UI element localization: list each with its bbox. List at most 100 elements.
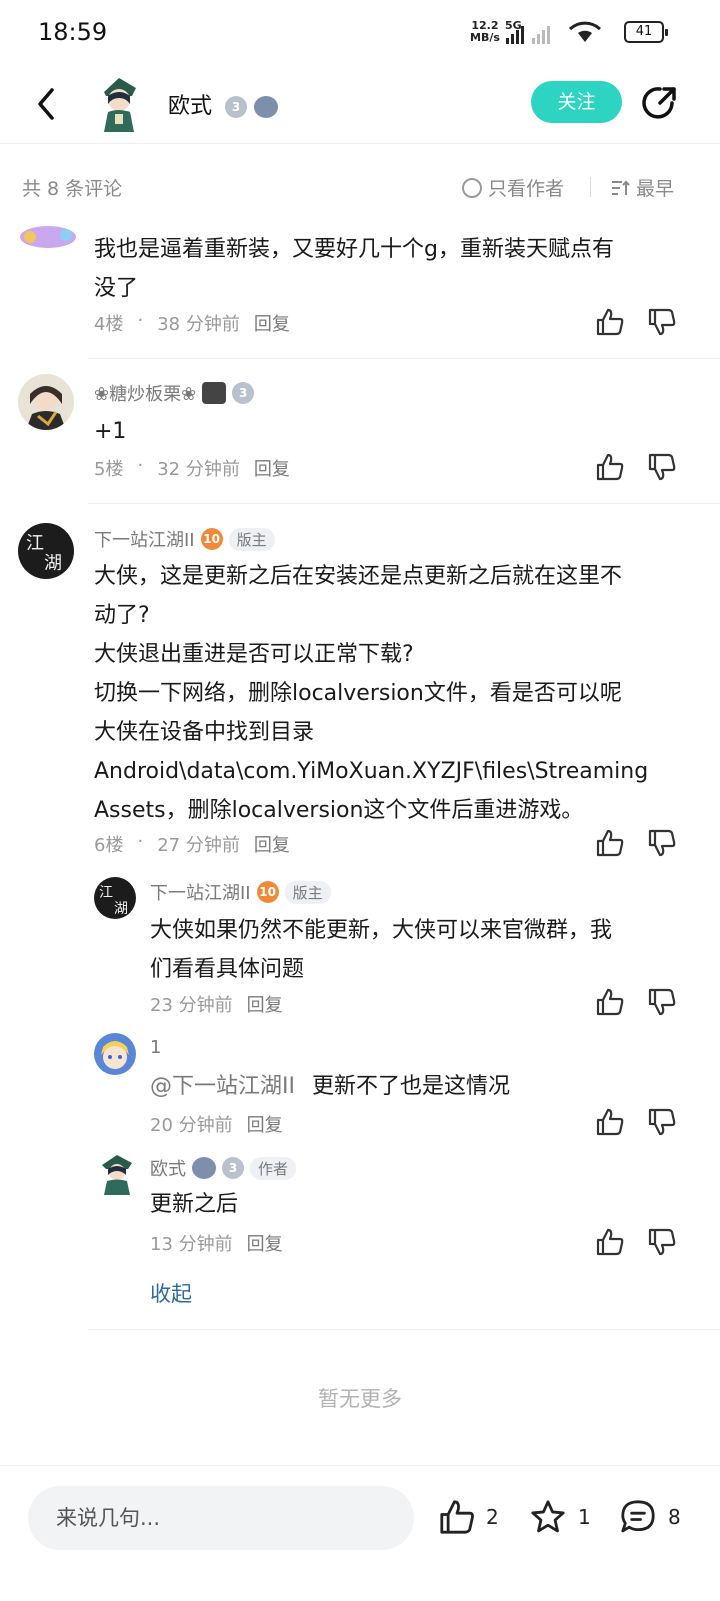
moderator-avatar[interactable]: 江 湖 (94, 877, 136, 919)
comments-button[interactable]: 8 (618, 1498, 681, 1536)
reply-item: 1 @下一站江湖II 更新不了也是这情况 20 分钟前 回复 (0, 1033, 720, 1153)
back-arrow-icon[interactable] (28, 84, 68, 124)
comment-text: +1 (94, 412, 694, 451)
username[interactable]: 欧式 (150, 1155, 186, 1181)
thumbs-down-icon[interactable] (647, 452, 677, 482)
avatar-calligraphy-1: 江 (99, 885, 113, 901)
reply-line: 们看看具体问题 (150, 957, 305, 982)
reply-author: 1 (150, 1037, 161, 1058)
thumbs-up-icon[interactable] (595, 307, 625, 337)
bottom-action-bar: 2 1 8 (0, 1465, 720, 1601)
floor-label: 4楼 (94, 314, 124, 335)
collapse-replies-link[interactable]: 收起 (150, 1278, 192, 1308)
battery-indicator: 41 (624, 21, 668, 43)
reply-author: 欧式 3 作者 (150, 1155, 297, 1181)
timestamp: 32 分钟前 (157, 459, 240, 480)
timestamp: 27 分钟前 (157, 835, 240, 856)
comment-meta: 5楼 · 32 分钟前 回复 (94, 455, 290, 481)
network-type-label: 5G (505, 19, 522, 32)
comment-author: ❀糖炒板栗❀ 3 (94, 380, 255, 406)
username[interactable]: ❀糖炒板栗❀ (94, 380, 196, 406)
level-badge-icon: 3 (232, 382, 255, 404)
comment-meta: 6楼 · 27 分钟前 回复 (94, 831, 290, 857)
comment-total-count: 8 (668, 1505, 681, 1529)
reply-meta: 20 分钟前 回复 (150, 1111, 283, 1137)
top-header: 欧式 3 关注 (0, 66, 720, 144)
thumbs-up-icon[interactable] (595, 1227, 625, 1257)
thumbs-down-icon[interactable] (647, 307, 677, 337)
reply-line: 更新之后 (150, 1192, 239, 1217)
meta-dot: · (137, 455, 144, 476)
comment-author: 下一站江湖II 10 版主 (94, 526, 275, 552)
thumbs-down-icon[interactable] (647, 1227, 677, 1257)
favorite-button[interactable]: 1 (528, 1498, 591, 1536)
author-badge: 作者 (250, 1156, 297, 1180)
thumbs-up-icon[interactable] (595, 828, 625, 858)
like-count: 2 (486, 1505, 499, 1529)
author-avatar[interactable] (96, 74, 142, 134)
like-post-button[interactable]: 2 (438, 1498, 499, 1536)
username[interactable]: 下一站江湖II (94, 526, 195, 552)
thumbs-down-icon[interactable] (647, 828, 677, 858)
level-3-badge-icon: 3 (225, 96, 248, 118)
timestamp: 23 分钟前 (150, 995, 233, 1016)
comment-line: 动了? (94, 603, 150, 628)
comment-item: 江 湖 下一站江湖II 10 版主 大侠，这是更新之后在安装还是点更新之后就在这… (0, 503, 720, 873)
comment-line: 大侠在设备中找到目录 (94, 720, 315, 745)
status-bar: 18:59 12.2 MB/s 5G 41 (0, 0, 720, 66)
thumbs-up-icon[interactable] (595, 1107, 625, 1137)
avatar-partial[interactable] (18, 224, 78, 250)
reply-button[interactable]: 回复 (247, 1111, 283, 1137)
thumbs-down-icon[interactable] (647, 1107, 677, 1137)
moderator-avatar[interactable]: 江 湖 (18, 523, 74, 579)
comment-bubble-icon (621, 1500, 655, 1533)
avatar-calligraphy-2: 湖 (114, 901, 128, 917)
follow-button[interactable]: 关注 (531, 81, 622, 123)
reply-button[interactable]: 回复 (254, 455, 290, 481)
reply-meta: 23 分钟前 回复 (150, 991, 283, 1017)
comment-meta: 4楼 · 38 分钟前 回复 (94, 310, 290, 336)
floor-label: 5楼 (94, 459, 124, 480)
username[interactable]: 下一站江湖II (150, 879, 251, 905)
avatar-calligraphy-2: 湖 (44, 553, 62, 574)
moderator-badge: 版主 (228, 527, 275, 551)
share-icon[interactable] (640, 83, 680, 123)
page-title: 欧式 3 (168, 88, 279, 120)
thumbs-up-icon[interactable] (595, 452, 625, 482)
comment-line: +1 (94, 419, 127, 444)
sort-button[interactable]: 最早 (610, 174, 674, 201)
reply-button[interactable]: 回复 (254, 831, 290, 857)
level-badge-icon: 10 (256, 881, 279, 903)
reply-button[interactable]: 回复 (247, 991, 283, 1017)
sort-icon (612, 180, 630, 195)
comment-line: 没了 (94, 276, 139, 301)
meta-dot: · (137, 831, 144, 852)
comment-separator (88, 1329, 720, 1330)
reply-line: 更新不了也是这情况 (311, 1074, 510, 1099)
comment-item: 我也是逼着重新装，又要好几十个g，重新装天赋点有 没了 4楼 · 38 分钟前 … (0, 210, 720, 358)
radio-circle-icon (462, 177, 482, 198)
clock: 18:59 (38, 18, 108, 46)
timestamp: 20 分钟前 (150, 1115, 233, 1136)
level-badge-icon: 10 (200, 528, 223, 550)
thumbs-up-icon[interactable] (595, 987, 625, 1017)
user-avatar[interactable] (94, 1033, 136, 1075)
comment-text: 大侠，这是更新之后在安装还是点更新之后就在这里不 动了? 大侠退出重进是否可以正… (94, 557, 704, 830)
only-author-toggle[interactable]: 只看作者 (462, 174, 564, 201)
reply-button[interactable]: 回复 (247, 1230, 283, 1256)
comment-input[interactable] (28, 1486, 414, 1550)
hat-badge-icon (202, 382, 227, 404)
no-more-label: 暂无更多 (318, 1387, 402, 1411)
reply-button[interactable]: 回复 (254, 310, 290, 336)
user-avatar[interactable] (18, 374, 74, 430)
comment-line: 大侠退出重进是否可以正常下载? (94, 642, 414, 667)
mention-link[interactable]: @下一站江湖II (150, 1074, 295, 1099)
reply-text: 更新之后 (150, 1185, 690, 1224)
timestamp: 13 分钟前 (150, 1234, 233, 1255)
author-name: 欧式 (168, 94, 213, 119)
thumbs-down-icon[interactable] (647, 987, 677, 1017)
comment-line: 大侠，这是更新之后在安装还是点更新之后就在这里不 (94, 564, 623, 589)
comment-text: 我也是逼着重新装，又要好几十个g，重新装天赋点有 没了 (94, 230, 694, 308)
username[interactable]: 1 (150, 1037, 161, 1058)
author-avatar[interactable] (96, 1153, 138, 1195)
